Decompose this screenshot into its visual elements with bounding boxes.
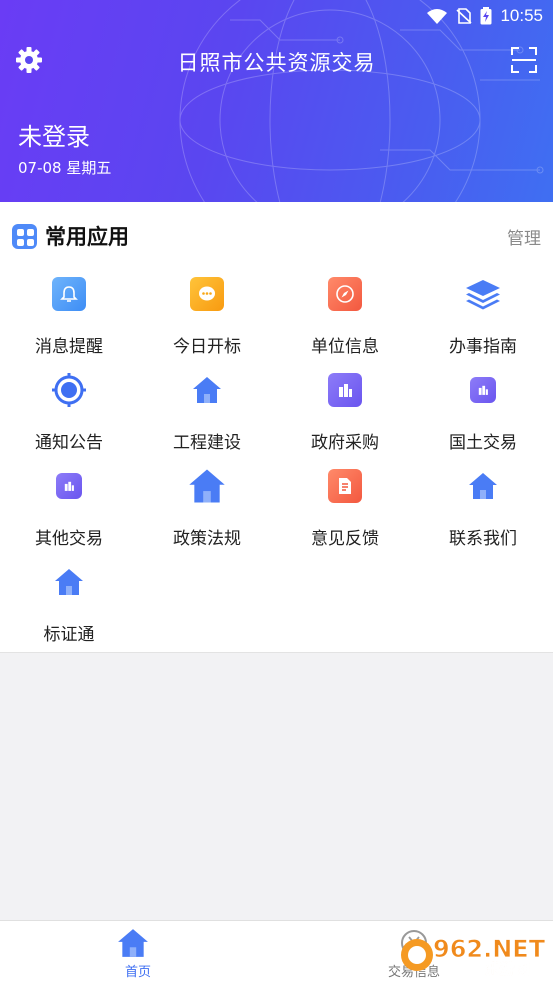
section-title: 常用应用 [45, 225, 129, 249]
app-label: 工程建设 [173, 433, 241, 453]
app-notice-announcement[interactable]: 通知公告 [0, 372, 138, 462]
app-contact-us[interactable]: 联系我们 [414, 468, 552, 558]
app-label: 政府采购 [311, 433, 379, 453]
scan-icon[interactable] [511, 47, 537, 73]
app-label: 今日开标 [173, 337, 241, 357]
app-construction[interactable]: 工程建设 [138, 372, 276, 462]
app-land-transaction[interactable]: 国土交易 [414, 372, 552, 462]
watermark-text: 962.NET [433, 935, 546, 963]
app-feedback[interactable]: 意见反馈 [276, 468, 414, 558]
app-label: 单位信息 [311, 337, 379, 357]
section-header: 常用应用 [12, 221, 129, 251]
home-icon [189, 469, 225, 503]
layers-icon [466, 280, 500, 310]
building-icon [470, 377, 496, 403]
tab-home[interactable]: 首页 [0, 921, 276, 983]
app-policies-regulations[interactable]: 政策法规 [138, 468, 276, 558]
home-icon [193, 377, 221, 403]
target-icon [52, 373, 86, 407]
app-label: 联系我们 [449, 529, 517, 549]
app-label: 标证通 [43, 625, 95, 645]
bell-icon [52, 277, 86, 311]
header: 10:55 日照市公共资源交易 未登录 07-08 星期五 [0, 0, 553, 202]
app-message-reminder[interactable]: 消息提醒 [0, 276, 138, 366]
chat-bubble-icon [190, 277, 224, 311]
home-icon [118, 929, 148, 957]
document-icon [328, 469, 362, 503]
app-label: 通知公告 [35, 433, 103, 453]
app-label: 政策法规 [173, 529, 241, 549]
login-status[interactable]: 未登录 [18, 117, 90, 152]
app-today-bid-opening[interactable]: 今日开标 [138, 276, 276, 366]
app-unit-info[interactable]: 单位信息 [276, 276, 414, 366]
compass-icon [328, 277, 362, 311]
app-title: 日照市公共资源交易 [177, 51, 376, 75]
common-apps-card: 常用应用 管理 消息提醒 今日开标 单位信息 办事指南 通知公告 工程建设 政府… [0, 202, 553, 653]
app-label: 消息提醒 [35, 337, 103, 357]
wifi-icon [427, 9, 448, 24]
app-bid-cert[interactable]: 标证通 [0, 564, 138, 654]
app-label: 国土交易 [449, 433, 517, 453]
home-icon [55, 569, 83, 595]
battery-charging-icon [480, 7, 492, 25]
building-icon [328, 373, 362, 407]
watermark-logo: 962.NET 乐游网 [401, 935, 546, 977]
status-time: 10:55 [500, 6, 543, 25]
no-sim-icon [456, 8, 472, 24]
app-label: 其他交易 [35, 529, 103, 549]
app-other-transaction[interactable]: 其他交易 [0, 468, 138, 558]
tab-label: 首页 [124, 965, 151, 980]
app-label: 意见反馈 [311, 529, 379, 549]
date-text: 07-08 星期五 [18, 159, 112, 177]
manage-link[interactable]: 管理 [507, 224, 541, 249]
app-service-guide[interactable]: 办事指南 [414, 276, 552, 366]
home-icon [469, 473, 497, 499]
status-bar: 10:55 [426, 5, 543, 27]
app-label: 办事指南 [449, 337, 517, 357]
apps-grid-icon [12, 223, 37, 249]
watermark-subtext: 乐游网 [485, 960, 530, 977]
app-government-procurement[interactable]: 政府采购 [276, 372, 414, 462]
building-icon [56, 473, 82, 499]
